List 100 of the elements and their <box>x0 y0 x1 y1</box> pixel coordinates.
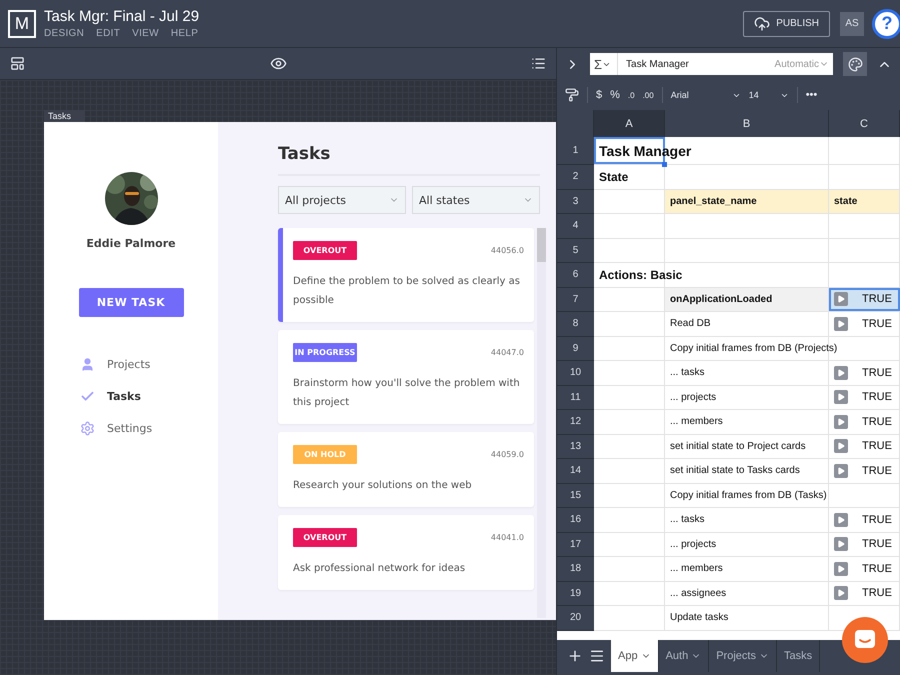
play-icon <box>837 295 845 304</box>
task-card[interactable]: OVEROUT 44041.0 Ask professional network for ideas <box>278 515 534 590</box>
paint-format-icon[interactable] <box>565 88 579 102</box>
row-number[interactable]: 6 <box>557 263 594 288</box>
row-number[interactable]: 9 <box>557 336 594 361</box>
row-number[interactable]: 17 <box>557 532 594 557</box>
preview-icon[interactable] <box>270 55 286 72</box>
row-number[interactable]: 10 <box>557 361 594 386</box>
row-number[interactable]: 1 <box>557 137 594 165</box>
table-cell-text: ... tasks <box>669 514 704 526</box>
list-icon[interactable] <box>531 56 546 71</box>
row-number[interactable]: 4 <box>557 214 594 238</box>
column-header[interactable]: B <box>665 110 829 137</box>
row-number[interactable]: 2 <box>557 165 594 190</box>
app-logo[interactable]: M <box>8 10 36 38</box>
menu-item[interactable]: VIEW <box>132 28 159 39</box>
row-number[interactable]: 7 <box>557 288 594 312</box>
scrollbar[interactable] <box>537 228 546 618</box>
nav-item[interactable]: Tasks <box>80 389 218 404</box>
play-icon <box>837 540 845 548</box>
play-icon <box>837 442 845 450</box>
play-icon <box>837 466 845 475</box>
percent-button[interactable]: % <box>610 89 620 101</box>
table-cell-text: Copy initial frames from DB (Tasks) <box>669 490 827 501</box>
run-button[interactable] <box>834 464 848 478</box>
play-icon <box>837 368 845 377</box>
table-cell: TRUE <box>862 514 892 526</box>
run-button[interactable] <box>834 316 848 331</box>
table-cell-text: Copy initial frames from DB (Projects) <box>669 342 838 354</box>
play-icon <box>837 418 845 426</box>
row-number[interactable]: 20 <box>557 606 594 630</box>
table-cell: TRUE <box>862 391 892 404</box>
decrease-decimal-button[interactable]: .0 <box>628 90 635 100</box>
user-avatar[interactable]: AS <box>840 12 864 36</box>
increase-decimal-button[interactable]: .00 <box>642 90 654 100</box>
sheet-tab[interactable]: App <box>611 640 659 672</box>
new-task-button[interactable]: NEW TASK <box>78 288 184 317</box>
layout-icon[interactable] <box>10 56 25 71</box>
filter-dropdown[interactable]: All states <box>412 186 540 214</box>
task-card[interactable]: IN PROGRESS 44047.0 Brainstorm how you'll solve the problem with this project <box>278 330 534 424</box>
chat-button[interactable] <box>842 617 888 663</box>
column-header[interactable]: A <box>594 110 665 137</box>
row-number[interactable]: 12 <box>557 410 594 434</box>
row-number[interactable]: 5 <box>557 238 594 263</box>
row-number[interactable]: 16 <box>557 508 594 532</box>
column-header[interactable]: C <box>829 110 900 137</box>
table-cell-text: ... assignees <box>669 588 726 599</box>
fill-handle[interactable] <box>662 162 667 167</box>
function-dropdown[interactable]: Σ <box>590 53 618 75</box>
palette-button[interactable] <box>843 52 867 76</box>
row-number[interactable]: 11 <box>557 386 594 410</box>
nav-item[interactable]: Settings <box>80 421 218 436</box>
more-button[interactable]: ••• <box>806 89 818 101</box>
add-sheet-icon[interactable] <box>567 648 583 664</box>
menu-icon[interactable] <box>589 648 605 664</box>
nav-item[interactable]: Projects <box>80 357 218 372</box>
row-number[interactable]: 14 <box>557 459 594 484</box>
sheet-tab[interactable]: Auth <box>658 640 710 672</box>
row-number[interactable]: 8 <box>557 312 594 336</box>
task-card[interactable]: ON HOLD 44059.0 Research your solutions on the web <box>278 432 534 507</box>
table-cell: TRUE <box>862 464 892 477</box>
task-number: 44047.0 <box>490 348 524 357</box>
run-button[interactable] <box>834 537 848 552</box>
status-badge: ON HOLD <box>293 445 357 464</box>
table-cell-text: set initial state to Project cards <box>669 440 806 452</box>
run-button[interactable] <box>834 586 848 600</box>
formula-bar[interactable]: Σ Task Manager Automatic <box>590 53 833 75</box>
run-button[interactable] <box>834 366 848 380</box>
menu-item[interactable]: HELP <box>170 28 198 39</box>
chat-icon <box>854 629 876 651</box>
task-number: 44056.0 <box>490 246 524 255</box>
sheet-tab[interactable]: Tasks <box>776 640 820 672</box>
run-button[interactable] <box>834 439 848 454</box>
font-dropdown[interactable]: Arial <box>670 90 741 100</box>
task-card[interactable]: OVEROUT 44056.0 Define the problem to be solved as clearly as possible <box>278 228 534 322</box>
row-number[interactable]: 3 <box>557 190 594 214</box>
table-cell-text: panel_state_name <box>669 196 757 207</box>
publish-button[interactable]: PUBLISH <box>743 10 830 36</box>
frame-label[interactable]: Tasks <box>44 110 86 122</box>
play-icon <box>837 589 845 598</box>
sheet-tab[interactable]: Projects <box>709 640 777 672</box>
run-button[interactable] <box>834 512 848 527</box>
run-button[interactable] <box>834 562 848 576</box>
font-size-dropdown[interactable]: 14 <box>748 90 789 100</box>
run-button[interactable] <box>834 390 848 404</box>
row-number[interactable]: 18 <box>557 557 594 582</box>
help-button[interactable]: ? <box>872 8 900 38</box>
menu-item[interactable]: DESIGN <box>44 28 84 39</box>
table-cell-text: Read DB <box>669 318 711 330</box>
play-icon <box>837 564 845 573</box>
run-button[interactable] <box>834 414 848 429</box>
row-number[interactable]: 13 <box>557 434 594 459</box>
currency-button[interactable]: $ <box>596 89 602 101</box>
row-number[interactable]: 19 <box>557 582 594 606</box>
run-button[interactable] <box>834 292 848 306</box>
filter-dropdown[interactable]: All projects <box>278 186 406 214</box>
row-number[interactable]: 15 <box>557 484 594 508</box>
table-cell: TRUE <box>862 562 892 575</box>
menu-item[interactable]: EDIT <box>96 28 120 39</box>
task-description: Define the problem to be solved as clearly as possible <box>293 275 521 308</box>
